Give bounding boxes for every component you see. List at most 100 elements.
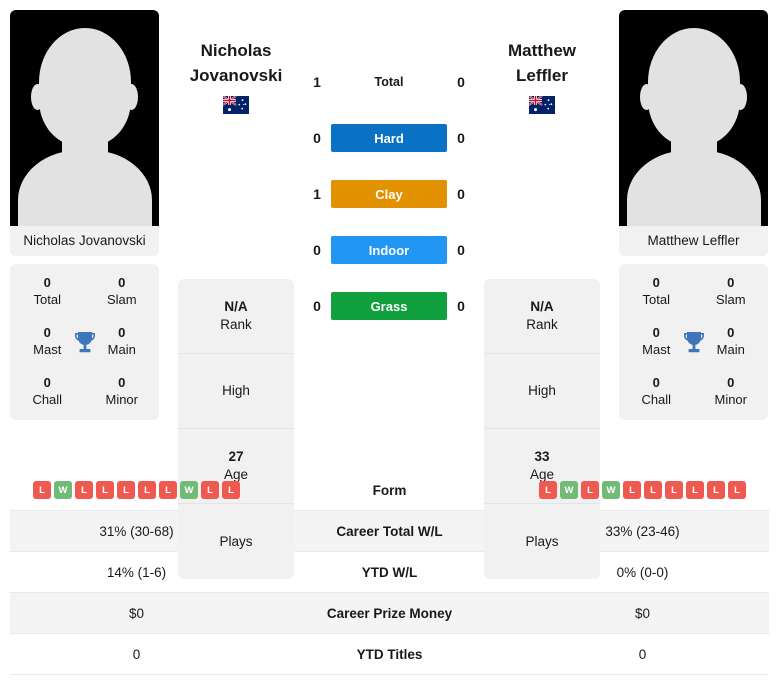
compare-section: Nicholas Jovanovski 0 Total 0 Slam 0 Mas…: [0, 0, 779, 579]
h2h-surface-label-indoor[interactable]: Indoor: [331, 236, 447, 264]
left-titles-slam: 0 Slam: [85, 274, 160, 308]
form-badge-loss[interactable]: L: [33, 481, 51, 499]
left-form-badges: LWLLLLLWLL: [10, 481, 263, 499]
right-titles-minor-label: Minor: [714, 392, 747, 407]
form-badge-loss[interactable]: L: [728, 481, 746, 499]
right-titles-total-value: 0: [652, 275, 660, 290]
left-titles-total-value: 0: [43, 275, 51, 290]
form-badge-win[interactable]: W: [180, 481, 198, 499]
right-titles-chall-label: Chall: [641, 392, 672, 407]
stats-left-value: $0: [128, 605, 145, 621]
left-player-lastname: Jovanovski: [189, 66, 283, 85]
left-rank-value: N/A: [224, 299, 248, 314]
left-titles-slam-value: 0: [118, 275, 126, 290]
australia-flag-icon: [529, 96, 555, 114]
form-badge-loss[interactable]: L: [138, 481, 156, 499]
h2h-surface-label-grass[interactable]: Grass: [331, 292, 447, 320]
right-player-firstname: Matthew: [508, 41, 576, 60]
right-high-label: High: [528, 383, 556, 398]
left-titles-chall: 0 Chall: [10, 374, 85, 408]
left-player-photo-caption: Nicholas Jovanovski: [10, 226, 159, 256]
right-titles-minor: 0 Minor: [694, 374, 769, 408]
left-titles-chall-value: 0: [43, 375, 51, 390]
stats-right-value: 33% (23-46): [605, 523, 680, 539]
form-badge-loss[interactable]: L: [117, 481, 135, 499]
left-player-photo-column: Nicholas Jovanovski 0 Total 0 Slam 0 Mas…: [0, 10, 169, 420]
right-player-name-block[interactable]: Matthew Leffler: [475, 10, 609, 114]
left-player-photo-card[interactable]: Nicholas Jovanovski: [10, 10, 159, 256]
right-high-row: High: [484, 354, 600, 429]
left-titles-slam-label: Slam: [106, 292, 137, 307]
right-titles-slam-value: 0: [727, 275, 735, 290]
right-age-value: 33: [534, 449, 550, 464]
left-titles-minor: 0 Minor: [85, 374, 160, 408]
h2h-right-count: 0: [457, 242, 465, 258]
left-high-row: High: [178, 354, 294, 429]
head-to-head-column: 1 Total 0 0 Hard 0 1 Clay 0 0 Indoor 0 0 Grass 0: [303, 10, 475, 320]
stats-row: L W L L L L L W L L Form L W L W L L L L L L: [10, 470, 769, 511]
h2h-left-count: 1: [313, 74, 321, 90]
right-titles-chall: 0 Chall: [619, 374, 694, 408]
stats-row-label: YTD W/L: [361, 564, 418, 580]
h2h-left-count: 0: [313, 242, 321, 258]
form-badge-loss[interactable]: L: [222, 481, 240, 499]
right-titles-total-label: Total: [642, 292, 670, 307]
form-badge-win[interactable]: W: [602, 481, 620, 499]
right-rank-value: N/A: [530, 299, 554, 314]
form-badge-loss[interactable]: L: [201, 481, 219, 499]
stats-right-value: 0% (0-0): [616, 564, 669, 580]
stats-row-label: Form: [372, 482, 407, 498]
right-player-photo-card[interactable]: Matthew Leffler: [619, 10, 768, 256]
stats-left-value: LWLLLLLWLL: [10, 481, 263, 499]
trophy-icon: [683, 332, 704, 353]
form-badge-loss[interactable]: L: [665, 481, 683, 499]
form-badge-loss[interactable]: L: [96, 481, 114, 499]
h2h-left-count: 0: [313, 298, 321, 314]
h2h-surface-label-total: Total: [374, 75, 404, 89]
silhouette-body-icon: [17, 150, 152, 226]
head-to-head-rows: 1 Total 0 0 Hard 0 1 Clay 0 0 Indoor 0 0 Grass 0: [303, 10, 475, 320]
h2h-row-hard: 0 Hard 0: [303, 124, 475, 152]
form-badge-loss[interactable]: L: [623, 481, 641, 499]
right-titles-slam-label: Slam: [715, 292, 746, 307]
left-player-name-block[interactable]: Nicholas Jovanovski: [169, 10, 303, 114]
right-player-avatar-placeholder: [619, 10, 768, 226]
form-badge-loss[interactable]: L: [75, 481, 93, 499]
left-titles-minor-label: Minor: [105, 392, 138, 407]
stats-row: 0 YTD Titles 0: [10, 634, 769, 675]
h2h-right-count: 0: [457, 130, 465, 146]
stats-right-value: 0: [638, 646, 647, 662]
form-badge-win[interactable]: W: [54, 481, 72, 499]
form-badge-loss[interactable]: L: [581, 481, 599, 499]
h2h-row-clay: 1 Clay 0: [303, 180, 475, 208]
h2h-left-count: 1: [313, 186, 321, 202]
form-badge-loss[interactable]: L: [707, 481, 725, 499]
h2h-left-count: 0: [313, 130, 321, 146]
h2h-surface-label-hard[interactable]: Hard: [331, 124, 447, 152]
right-form-badges: LWLWLLLLLL: [516, 481, 769, 499]
left-titles-minor-value: 0: [118, 375, 126, 390]
right-player-photo-column: Matthew Leffler 0 Total 0 Slam 0 Mast 0 …: [609, 10, 778, 420]
stats-row: 31% (30-68) Career Total W/L 33% (23-46): [10, 511, 769, 552]
form-badge-loss[interactable]: L: [644, 481, 662, 499]
right-titles-total: 0 Total: [619, 274, 694, 308]
right-titles-chall-value: 0: [652, 375, 660, 390]
stats-left-value: 14% (1-6): [106, 564, 167, 580]
h2h-row-indoor: 0 Indoor 0: [303, 236, 475, 264]
h2h-surface-label-clay[interactable]: Clay: [331, 180, 447, 208]
right-player-titles-box: 0 Total 0 Slam 0 Mast 0 Main 0 Chall 0 M…: [619, 264, 768, 420]
form-badge-win[interactable]: W: [560, 481, 578, 499]
stats-comparison-table: L W L L L L L W L L Form L W L W L L L L L L 31% (30-68) Caree…: [10, 470, 769, 675]
right-player-photo-caption: Matthew Leffler: [619, 226, 768, 256]
form-badge-loss[interactable]: L: [686, 481, 704, 499]
form-badge-loss[interactable]: L: [539, 481, 557, 499]
left-titles-total-label: Total: [33, 292, 61, 307]
trophy-icon: [74, 332, 95, 353]
form-badge-loss[interactable]: L: [159, 481, 177, 499]
right-player-lastname: Leffler: [516, 66, 568, 85]
player-comparison-page: Nicholas Jovanovski 0 Total 0 Slam 0 Mas…: [0, 0, 779, 699]
stats-row: $0 Career Prize Money $0: [10, 593, 769, 634]
silhouette-body-icon: [626, 150, 761, 226]
stats-right-value: LWLWLLLLLL: [516, 481, 769, 499]
silhouette-ear-right-icon: [125, 84, 138, 110]
